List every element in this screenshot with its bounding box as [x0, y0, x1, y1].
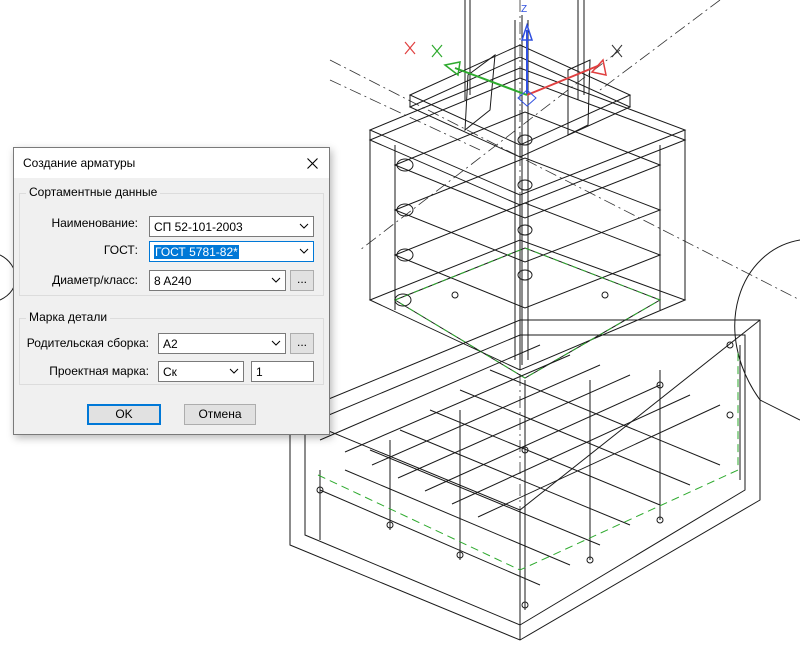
group-part-mark: Марка детали Родительская сборка: A2 ...… — [19, 310, 324, 385]
close-button[interactable] — [295, 148, 329, 178]
create-rebar-dialog: Создание арматуры Сортаментные данные На… — [13, 147, 330, 435]
parent-assembly-value: A2 — [163, 337, 178, 351]
project-mark-number-input[interactable]: 1 — [251, 361, 314, 382]
diameter-label: Диаметр/класс: — [52, 273, 138, 287]
name-combobox[interactable]: СП 52-101-2003 — [149, 216, 314, 237]
project-mark-number-value: 1 — [256, 365, 263, 379]
column — [464, 0, 585, 365]
dialog-title: Создание арматуры — [23, 156, 136, 170]
diameter-value: 8 A240 — [154, 274, 192, 288]
parent-assembly-browse-button[interactable]: ... — [290, 333, 314, 354]
chevron-down-icon — [229, 368, 239, 374]
group-part-mark-title: Марка детали — [26, 310, 111, 324]
close-icon — [306, 157, 318, 169]
axis-label-z: Z — [521, 4, 527, 15]
project-mark-prefix-value: Ск — [163, 365, 177, 379]
name-value: СП 52-101-2003 — [154, 220, 243, 234]
cancel-button[interactable]: Отмена — [184, 404, 256, 425]
chevron-down-icon — [271, 340, 281, 346]
group-assortment-title: Сортаментные данные — [26, 185, 161, 199]
project-mark-label: Проектная марка: — [49, 364, 149, 378]
name-label: Наименование: — [51, 216, 138, 230]
hooks — [394, 134, 533, 307]
gost-value: ГОСТ 5781-82* — [154, 245, 239, 259]
diameter-combobox[interactable]: 8 A240 — [149, 270, 286, 291]
group-assortment: Сортаментные данные Наименование: СП 52-… — [19, 185, 324, 296]
diameter-browse-button[interactable]: ... — [290, 270, 314, 291]
chevron-down-icon — [271, 277, 281, 283]
chevron-down-icon — [299, 223, 309, 229]
gost-label: ГОСТ: — [103, 243, 138, 257]
chevron-down-icon — [299, 248, 309, 254]
parent-assembly-label: Родительская сборка: — [26, 336, 149, 350]
ok-button[interactable]: OK — [87, 404, 161, 425]
parent-assembly-combobox[interactable]: A2 — [158, 333, 286, 354]
project-mark-prefix-combobox[interactable]: Ск — [158, 361, 244, 382]
dialog-titlebar[interactable]: Создание арматуры — [14, 148, 329, 178]
gost-combobox[interactable]: ГОСТ 5781-82* — [149, 241, 314, 262]
